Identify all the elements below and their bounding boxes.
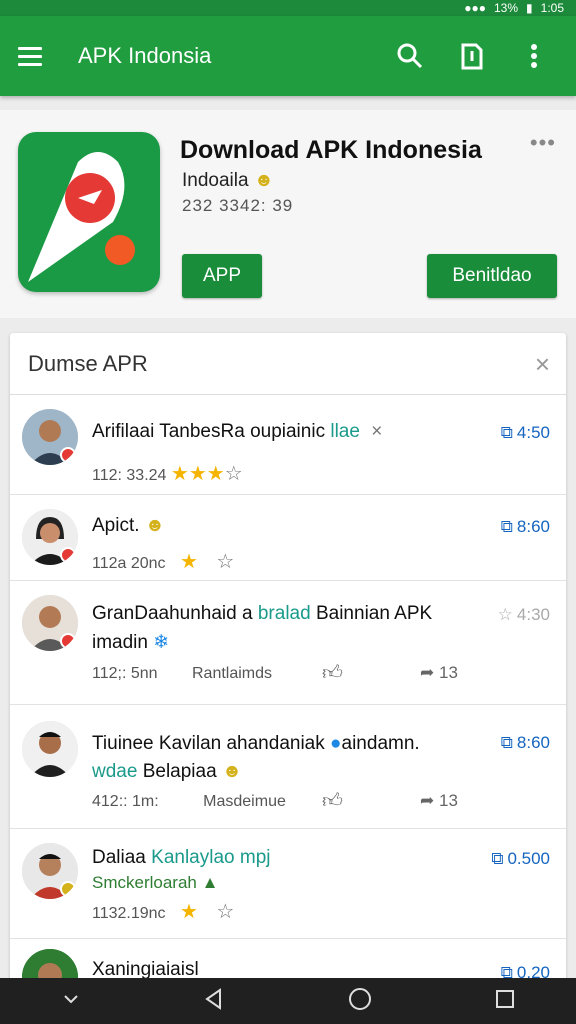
share-icon: ⧉	[500, 733, 513, 752]
search-icon[interactable]	[390, 36, 430, 76]
menu-icon[interactable]	[18, 39, 52, 73]
signal-icon: ●●●	[464, 1, 486, 15]
list-item[interactable]: Daliaa Kanlaylao mpj Smckerloarah ▲ 1132…	[10, 829, 566, 939]
item-subtitle: wdae Belapiaa ☻	[92, 761, 242, 782]
app-button[interactable]: APP	[182, 254, 262, 298]
share-icon: ⧉	[491, 849, 504, 868]
avatar	[22, 409, 78, 465]
item-title: Tiuinee Kavilan ahandaniak ●aindamn.	[92, 733, 420, 754]
share-icon: ⧉	[500, 517, 513, 536]
download-icon[interactable]	[452, 36, 492, 76]
avatar	[22, 721, 78, 777]
star-filled-icon: ★	[180, 901, 198, 923]
app-title-heading: Download APK Indonesia	[180, 136, 482, 164]
chevron-down-icon[interactable]	[61, 989, 81, 1014]
item-title: Daliaa Kanlaylao mpj	[92, 847, 271, 868]
app-title: APK Indonsia	[78, 43, 212, 68]
verified-icon: ●	[330, 733, 342, 754]
battery-level: 13%	[494, 1, 519, 15]
secondary-button[interactable]: Benitldao	[427, 254, 557, 298]
item-title: Arifilaai TanbesRa oupiainic llae ×	[92, 421, 383, 442]
battery-icon: ▮	[526, 1, 533, 15]
item-meta: 1132.19nc ★ ☆	[92, 901, 235, 923]
item-meta: 112;: 5nn Rantlaimds	[92, 665, 273, 682]
install-action[interactable]: ⧉ 8:60	[501, 517, 550, 537]
system-nav-bar	[0, 978, 576, 1024]
list-item[interactable]: Apict. ☻ 112a 20nc ★ ☆ ⧉ 8:60	[10, 495, 566, 581]
apk-list-card: Dumse APR × Arifilaai TanbesRa oupiainic…	[10, 333, 566, 993]
item-meta: 412:: 1m: Masdeimue	[92, 793, 286, 810]
verified-icon: ❄	[153, 632, 170, 653]
emoji-icon: ☻	[144, 515, 165, 536]
clock: 1:05	[540, 1, 564, 15]
list-item[interactable]: Tiuinee Kavilan ahandaniak ●aindamn. wda…	[10, 705, 566, 829]
share-icon: ⧉	[500, 423, 513, 442]
status-bar: ●●● 13% ▮ 1:05	[0, 0, 576, 16]
emoji-icon: ☻	[221, 761, 242, 782]
share-count[interactable]: ➦ 13	[420, 791, 458, 811]
share-count[interactable]: ➦ 13	[420, 663, 458, 683]
status-badge	[60, 547, 76, 563]
star-outline-icon[interactable]: ☆	[216, 551, 234, 573]
item-title: Apict. ☻	[92, 515, 165, 536]
status-badge	[60, 881, 76, 897]
avatar	[22, 843, 78, 899]
status-badge	[60, 447, 76, 463]
remove-icon[interactable]: ×	[371, 421, 382, 442]
star-filled-icon: ★	[180, 551, 198, 573]
status-badge	[60, 633, 76, 649]
emoji-icon: ☻	[253, 170, 274, 191]
recents-icon[interactable]	[494, 988, 516, 1015]
star-filled-icon: ★★★	[170, 463, 225, 485]
close-icon[interactable]: ×	[535, 349, 550, 380]
android-icon: ▲	[201, 873, 219, 892]
home-icon[interactable]	[347, 986, 373, 1017]
app-bar: APK Indonsia	[0, 16, 576, 96]
reply-icon: ➦	[420, 663, 435, 682]
install-action[interactable]: ⧉ 4:50	[501, 423, 550, 443]
card-header: Dumse APR ×	[10, 333, 566, 395]
like-outline-icon: ☆	[497, 605, 513, 624]
app-meta: 232 3342: 39	[182, 196, 294, 215]
install-action[interactable]: ⧉ 8:60	[501, 733, 550, 753]
like-icon[interactable]: 👍︎	[322, 789, 343, 813]
app-logo-icon	[18, 132, 160, 292]
install-action[interactable]: ⧉ 0.500	[491, 849, 550, 869]
item-subtitle: imadin ❄	[92, 632, 170, 653]
list-item[interactable]: Arifilaai TanbesRa oupiainic llae × 112:…	[10, 395, 566, 495]
reply-icon: ➦	[420, 791, 435, 810]
star-outline-icon[interactable]: ☆	[216, 901, 234, 923]
star-outline-icon[interactable]: ☆	[225, 463, 243, 485]
item-meta: 112a 20nc ★ ☆	[92, 551, 235, 573]
list-item[interactable]: GranDaahunhaid a bralad Bainnian APK ima…	[10, 581, 566, 705]
developer-name: Indoaila ☻	[182, 170, 274, 191]
app-header-section: Download APK Indonesia Indoaila ☻ 232 33…	[0, 110, 576, 318]
avatar	[22, 595, 78, 651]
like-icon[interactable]: 👍︎	[322, 661, 343, 685]
install-action[interactable]: ☆ 4:30	[498, 605, 550, 625]
item-subtitle: Smckerloarah ▲	[92, 873, 219, 892]
overflow-menu-icon[interactable]	[514, 36, 554, 76]
more-options-icon[interactable]: •••	[530, 130, 556, 156]
back-icon[interactable]	[202, 987, 226, 1016]
card-title: Dumse APR	[28, 350, 148, 376]
item-title: GranDaahunhaid a bralad Bainnian APK	[92, 603, 433, 624]
avatar	[22, 509, 78, 565]
item-meta: 112: 33.24 ★★★☆	[92, 463, 243, 485]
